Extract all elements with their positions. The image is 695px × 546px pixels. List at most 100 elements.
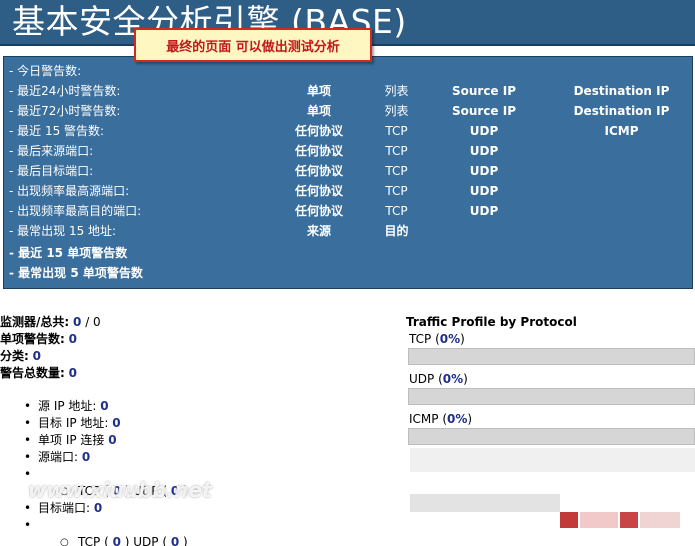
row-label: - 最后目标端口: — [9, 164, 94, 178]
udp-value[interactable]: 0 — [171, 535, 179, 546]
link-udp[interactable]: UDP — [444, 141, 524, 161]
protocol-bar-tcp — [408, 348, 695, 365]
row-label: - 最常出现 15 地址: — [9, 224, 117, 238]
stat-value: 0 — [93, 315, 101, 329]
link-list[interactable]: 列表 — [369, 81, 424, 101]
stat-value[interactable]: 0 — [33, 349, 41, 363]
link-any-protocol[interactable]: 任何协议 — [284, 201, 354, 221]
stat-sensors: 监测器/总共: 0 / 0 — [0, 314, 101, 331]
udp-label: UDP — [133, 535, 159, 546]
item-value[interactable]: 0 — [82, 450, 90, 464]
blurred-region — [640, 512, 680, 528]
tcp-label: TCP — [78, 535, 101, 546]
protocol-name: ICMP — [409, 412, 439, 426]
item-label: 源 IP 地址: — [38, 399, 97, 413]
row-label: - 最近 15 警告数: — [9, 124, 105, 138]
list-item: 源 IP 地址: 0 — [22, 398, 188, 415]
row-label: - 出现频率最高目的端口: — [9, 204, 142, 218]
row-label[interactable]: - 最近24小时警告数: — [9, 81, 120, 101]
protocol-percent[interactable]: 0% — [440, 332, 460, 346]
stat-label: 警告总数量: — [0, 366, 65, 380]
address-stats-list: 源 IP 地址: 0 目标 IP 地址: 0 单项 IP 连接 0 源端口: 0… — [22, 398, 188, 546]
link-any-protocol[interactable]: 任何协议 — [284, 161, 354, 181]
link-udp[interactable]: UDP — [444, 181, 524, 201]
panel-row: - 最近 15 警告数: 任何协议 TCP UDP ICMP — [4, 121, 694, 141]
panel-row: - 最常出现 15 地址: 来源 目的 — [4, 221, 694, 241]
protocol-percent[interactable]: 0% — [447, 412, 467, 426]
link-tcp[interactable]: TCP — [369, 181, 424, 201]
stat-label: 分类: — [0, 349, 29, 363]
row-label[interactable]: - 最近72小时警告数: — [9, 101, 120, 121]
protocol-label: TCP (0%) — [409, 332, 465, 346]
item-value[interactable]: 0 — [112, 416, 120, 430]
stat-unique-alerts: 单项警告数: 0 — [0, 331, 101, 348]
item-label: 目标 IP 地址: — [38, 416, 109, 430]
item-value[interactable]: 0 — [94, 501, 102, 515]
link-destination-ip[interactable]: Destination IP — [569, 81, 674, 101]
link-source-ip[interactable]: Source IP — [444, 101, 524, 121]
stat-label: 单项警告数: — [0, 332, 65, 346]
stat-categories: 分类: 0 — [0, 348, 101, 365]
stat-label: 监测器/总共: — [0, 315, 70, 329]
row-label[interactable]: - 今日警告数: — [9, 61, 81, 81]
annotation-callout: 最终的页面 可以做出测试分析 — [134, 28, 372, 62]
blurred-region — [410, 448, 695, 472]
panel-row: - 最近24小时警告数: 单项 列表 Source IP Destination… — [4, 81, 694, 101]
link-any-protocol[interactable]: 任何协议 — [284, 141, 354, 161]
panel-row: - 最近 15 单项警告数 — [4, 243, 694, 263]
link-most-frequent-unique-alerts[interactable]: - 最常出现 5 单项警告数 — [9, 263, 143, 283]
blurred-region — [620, 512, 638, 528]
link-destination[interactable]: 目的 — [369, 221, 424, 241]
link-tcp[interactable]: TCP — [369, 121, 424, 141]
sensor-stats: 监测器/总共: 0 / 0 单项警告数: 0 分类: 0 警告总数量: 0 — [0, 314, 101, 382]
link-udp[interactable]: UDP — [444, 161, 524, 181]
traffic-title: Traffic Profile by Protocol — [406, 315, 577, 329]
protocol-label: UDP (0%) — [409, 372, 468, 386]
panel-row: - 最后目标端口: 任何协议 TCP UDP — [4, 161, 694, 181]
stat-value[interactable]: 0 — [69, 332, 77, 346]
blurred-region — [410, 494, 560, 512]
link-udp[interactable]: UDP — [444, 121, 524, 141]
link-tcp[interactable]: TCP — [369, 161, 424, 181]
panel-row: - 最后来源端口: 任何协议 TCP UDP — [4, 141, 694, 161]
stat-total-alerts: 警告总数量: 0 — [0, 365, 101, 382]
traffic-profile: Traffic Profile by Protocol TCP (0%) UDP… — [406, 314, 695, 451]
link-any-protocol[interactable]: 任何协议 — [284, 121, 354, 141]
link-icmp[interactable]: ICMP — [569, 121, 674, 141]
sub-list-item: TCP ( 0 ) UDP ( 0 ) — [22, 534, 188, 546]
item-label: 源端口: — [38, 450, 79, 464]
item-value[interactable]: 0 — [100, 399, 108, 413]
item-value[interactable]: 0 — [108, 433, 116, 447]
stat-separator: / — [81, 315, 94, 329]
link-list[interactable]: 列表 — [369, 101, 424, 121]
panel-row: - 最常出现 5 单项警告数 — [4, 263, 694, 283]
panel-row: - 出现频率最高目的端口: 任何协议 TCP UDP — [4, 201, 694, 221]
panel-row: - 最近72小时警告数: 单项 列表 Source IP Destination… — [4, 101, 694, 121]
link-udp[interactable]: UDP — [444, 201, 524, 221]
list-item: 源端口: 0 — [22, 449, 188, 466]
row-label: - 最后来源端口: — [9, 144, 94, 158]
blurred-region — [560, 512, 578, 528]
link-last-unique-alerts[interactable]: - 最近 15 单项警告数 — [9, 243, 127, 263]
protocol-name: TCP — [409, 332, 432, 346]
link-source[interactable]: 来源 — [284, 221, 354, 241]
link-tcp[interactable]: TCP — [369, 201, 424, 221]
protocol-bar-icmp — [408, 428, 695, 445]
link-tcp[interactable]: TCP — [369, 141, 424, 161]
item-label: 单项 IP 连接 — [38, 433, 105, 447]
tcp-value[interactable]: 0 — [113, 535, 121, 546]
link-unique[interactable]: 单项 — [284, 101, 354, 121]
item-label: 目标端口: — [38, 501, 91, 515]
stat-value[interactable]: 0 — [69, 366, 77, 380]
panel-row: - 今日警告数: — [4, 61, 694, 81]
link-any-protocol[interactable]: 任何协议 — [284, 181, 354, 201]
protocol-bar-udp — [408, 388, 695, 405]
protocol-percent[interactable]: 0% — [443, 372, 463, 386]
list-item: 单项 IP 连接 0 — [22, 432, 188, 449]
alert-summary-panel: - 今日警告数: - 最近24小时警告数: 单项 列表 Source IP De… — [3, 56, 693, 289]
link-unique[interactable]: 单项 — [284, 81, 354, 101]
link-destination-ip[interactable]: Destination IP — [569, 101, 674, 121]
list-item — [22, 517, 188, 534]
watermark: www.xiuubb.net — [28, 478, 212, 502]
link-source-ip[interactable]: Source IP — [444, 81, 524, 101]
